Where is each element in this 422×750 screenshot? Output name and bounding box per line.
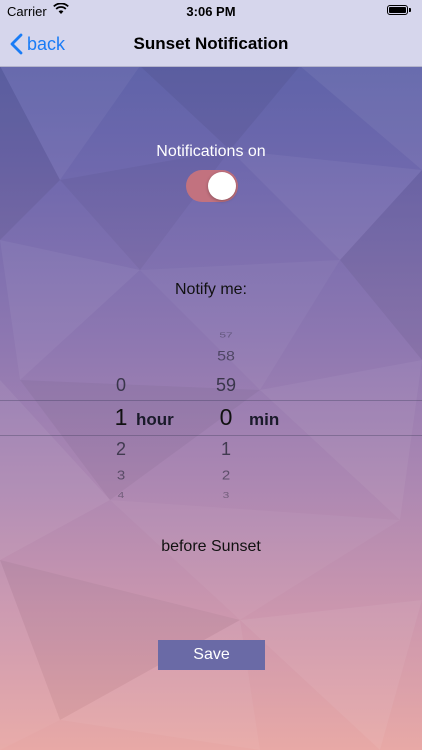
status-time: 3:06 PM: [186, 4, 236, 19]
hour-unit-label: hour: [136, 410, 174, 429]
battery-icon: [387, 5, 411, 15]
minute-option[interactable]: 58: [206, 349, 246, 364]
before-sunset-label: before Sunset: [161, 538, 261, 555]
minute-option[interactable]: 3: [206, 490, 246, 500]
minute-option-selected[interactable]: 0: [206, 404, 246, 431]
hour-option[interactable]: 3: [96, 468, 146, 482]
minute-unit-label: min: [249, 410, 280, 429]
minute-option[interactable]: 1: [206, 439, 246, 460]
notifications-toggle[interactable]: [186, 170, 238, 202]
hour-option[interactable]: 4: [96, 490, 146, 500]
minute-option[interactable]: 57: [206, 331, 246, 339]
status-bar: Carrier 3:06 PM: [0, 0, 422, 22]
notify-me-label: Notify me:: [174, 281, 247, 298]
minute-option[interactable]: 2: [206, 468, 246, 482]
toggle-knob: [208, 172, 236, 200]
time-picker: 0 1 2 3 4 hour 57 58 59 0 1 2 3 min: [0, 325, 422, 510]
minute-option[interactable]: 59: [206, 375, 246, 396]
hour-option[interactable]: 2: [96, 439, 146, 460]
minute-picker-column[interactable]: 57 58 59 0 1 2 3: [206, 325, 246, 510]
navigation-bar: back Sunset Notification: [0, 22, 422, 67]
page-title: Sunset Notification: [133, 34, 289, 53]
hour-option[interactable]: 0: [96, 375, 146, 396]
save-button[interactable]: Save: [158, 640, 265, 670]
notifications-label: Notifications on: [156, 143, 266, 160]
screen: Carrier 3:06 PM back Sunset Notification…: [0, 0, 422, 750]
